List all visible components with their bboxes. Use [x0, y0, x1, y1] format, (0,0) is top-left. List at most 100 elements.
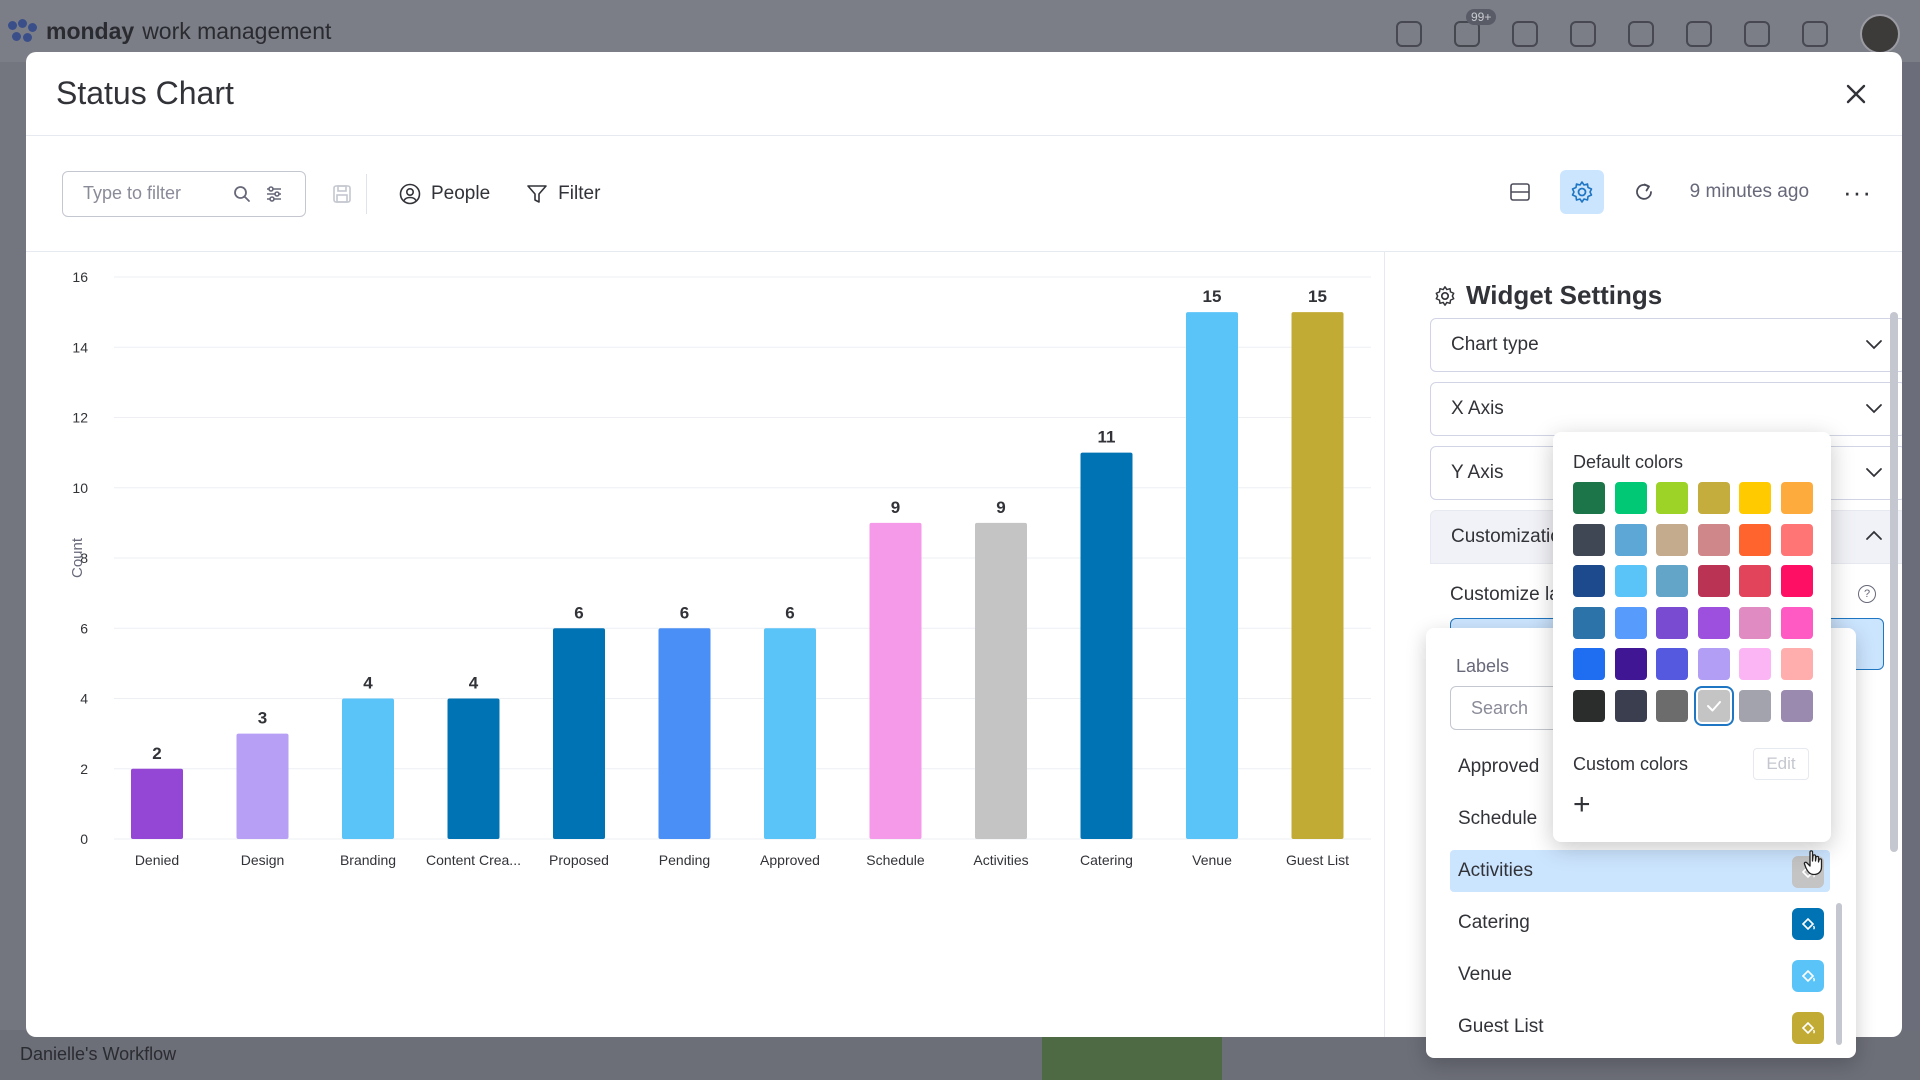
inbox-icon[interactable]: 99+ [1454, 9, 1497, 47]
color-swatch[interactable] [1739, 523, 1772, 556]
background-status-cell [1042, 1030, 1222, 1080]
avatar[interactable] [1860, 14, 1900, 54]
color-swatch[interactable] [1656, 482, 1689, 514]
color-swatch[interactable] [1739, 648, 1772, 681]
x-tick-label: Guest List [1286, 852, 1349, 868]
color-grid [1573, 482, 1813, 722]
color-swatch[interactable] [1656, 565, 1689, 598]
x-tick-label: Schedule [866, 852, 925, 868]
color-swatch[interactable] [1697, 523, 1730, 556]
settings-scrollbar[interactable] [1890, 312, 1898, 852]
x-tick-label: Activities [973, 852, 1028, 868]
color-swatch[interactable] [1656, 606, 1689, 639]
bar [764, 628, 816, 839]
more-options-icon[interactable]: ··· [1843, 177, 1872, 208]
x-tick-label: Venue [1192, 852, 1232, 868]
people-filter-button[interactable]: People [381, 172, 508, 216]
color-swatch[interactable] [1739, 565, 1772, 598]
labels-scrollbar[interactable] [1836, 903, 1842, 1045]
settings-button[interactable] [1559, 170, 1604, 214]
monday-logo-icon [8, 19, 38, 43]
color-swatch[interactable] [1656, 648, 1689, 681]
list-item[interactable]: Catering [1450, 902, 1830, 944]
color-swatch[interactable] [1697, 565, 1730, 598]
color-swatch[interactable] [1573, 482, 1605, 514]
color-swatch[interactable] [1614, 689, 1647, 722]
list-item[interactable]: Venue [1450, 954, 1830, 996]
y-tick-label: 16 [72, 269, 88, 285]
app-logo[interactable]: monday work management [8, 18, 331, 45]
color-swatch[interactable] [1573, 565, 1605, 598]
bar [342, 698, 394, 839]
color-swatch[interactable] [1780, 482, 1813, 514]
page-title: Status Chart [56, 75, 234, 111]
grid-menu-icon[interactable] [1802, 21, 1828, 47]
color-swatch[interactable] [1573, 648, 1605, 681]
color-swatch[interactable] [1656, 523, 1689, 556]
bar [236, 733, 289, 839]
x-axis-label: X Axis [1451, 398, 1504, 419]
refresh-button[interactable] [1622, 170, 1666, 214]
search-icon[interactable] [233, 185, 251, 203]
color-swatch[interactable] [1780, 648, 1813, 681]
hand-cursor-icon [1803, 850, 1823, 876]
ai-icon[interactable] [1628, 21, 1654, 47]
color-swatch[interactable] [1739, 689, 1772, 722]
color-swatch[interactable] [1573, 523, 1605, 556]
color-swatch[interactable] [1614, 606, 1647, 639]
label-name: Catering [1458, 912, 1530, 933]
color-swatch[interactable] [1697, 482, 1730, 514]
color-swatch[interactable] [1573, 689, 1605, 722]
search-icon[interactable] [1686, 21, 1712, 47]
color-swatch[interactable] [1656, 689, 1689, 722]
bar [131, 768, 183, 839]
filter-icon [527, 184, 547, 203]
y-tick-label: 2 [80, 761, 88, 777]
color-swatch-button[interactable] [1792, 1012, 1824, 1044]
color-swatch[interactable] [1614, 648, 1647, 681]
add-custom-color-button[interactable]: + [1573, 790, 1591, 820]
color-swatch[interactable] [1573, 606, 1605, 639]
bar-chart: 0 2 4 6 8 10 12 14 16 Count 2 Denied 3 Design 4 Brandin… [26, 252, 1384, 1037]
bell-icon[interactable] [1396, 21, 1422, 47]
edit-colors-button[interactable]: Edit [1753, 748, 1809, 780]
x-axis-dropdown[interactable]: X Axis [1430, 382, 1902, 436]
list-item[interactable]: Guest List [1450, 1006, 1830, 1048]
y-tick-label: 4 [80, 691, 88, 707]
panel-divider [1384, 252, 1385, 1037]
help-icon[interactable] [1744, 21, 1770, 47]
color-swatch[interactable] [1697, 689, 1730, 722]
color-swatch[interactable] [1697, 648, 1730, 681]
save-icon[interactable] [332, 184, 352, 204]
color-swatch[interactable] [1614, 523, 1647, 556]
list-item[interactable]: Activities [1450, 850, 1830, 892]
help-icon[interactable]: ? [1858, 585, 1876, 603]
color-swatch[interactable] [1780, 606, 1813, 639]
paint-bucket-icon [1801, 917, 1815, 931]
color-swatch[interactable] [1614, 565, 1647, 598]
bar [1291, 312, 1344, 839]
color-swatch[interactable] [1614, 482, 1647, 514]
sliders-icon[interactable] [265, 185, 283, 203]
data-label: 9 [891, 498, 900, 517]
color-swatch-button[interactable] [1792, 908, 1824, 940]
invite-people-icon[interactable] [1512, 21, 1538, 47]
workspace-name[interactable]: Danielle's Workflow [20, 1044, 176, 1065]
notification-badge: 99+ [1466, 9, 1497, 25]
filter-input[interactable] [83, 183, 233, 204]
apps-icon[interactable] [1570, 21, 1596, 47]
x-tick-label: Branding [340, 852, 396, 868]
color-swatch[interactable] [1697, 606, 1730, 639]
close-button[interactable] [1836, 74, 1876, 114]
modal-header: Status Chart [26, 52, 1902, 136]
color-swatch[interactable] [1739, 606, 1772, 639]
x-tick-label: Approved [760, 852, 820, 868]
color-swatch[interactable] [1780, 689, 1813, 722]
color-swatch[interactable] [1739, 482, 1772, 514]
filter-button[interactable]: Filter [508, 172, 618, 216]
color-swatch[interactable] [1780, 523, 1813, 556]
color-swatch[interactable] [1780, 565, 1813, 598]
color-swatch-button[interactable] [1792, 960, 1824, 992]
chart-type-dropdown[interactable]: Chart type [1430, 318, 1902, 372]
layout-toggle-button[interactable] [1498, 170, 1542, 214]
